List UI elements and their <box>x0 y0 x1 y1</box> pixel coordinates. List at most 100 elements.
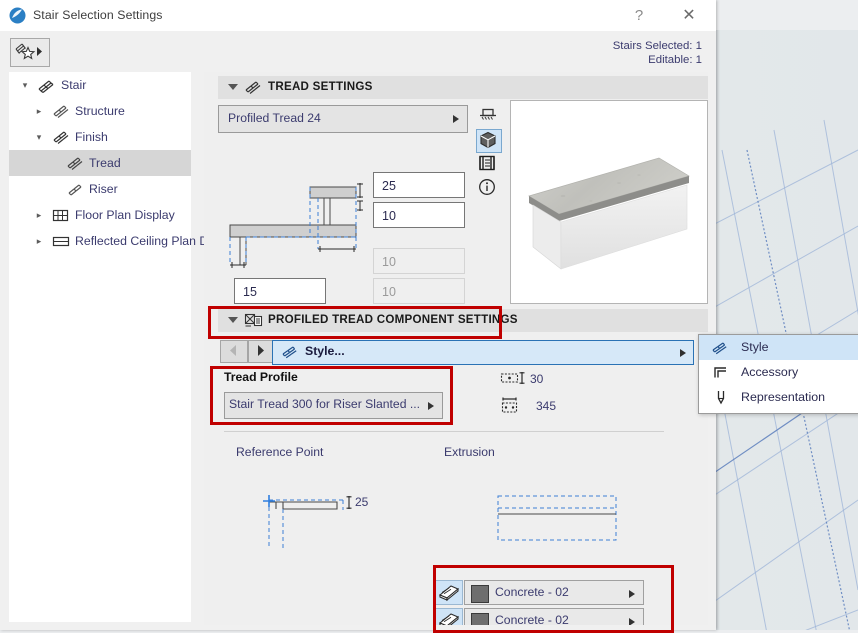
stair-app-icon <box>9 7 26 24</box>
sidebar-item-label: Floor Plan Display <box>75 208 175 222</box>
chevron-right-icon[interactable] <box>428 401 434 410</box>
style-icon <box>281 344 299 360</box>
tread-component-combo[interactable]: Profiled Tread 24 <box>218 105 468 133</box>
selection-info: Stairs Selected: 1 Editable: 1 <box>613 40 702 67</box>
floor-plan-display-icon <box>51 206 71 224</box>
tread-extra-field: 10 <box>373 278 465 304</box>
tread-nosing-field[interactable]: 10 <box>373 202 465 228</box>
material-row-bottom: Concrete - 02 <box>434 608 649 625</box>
plan-symbol-icon-button[interactable] <box>476 105 500 127</box>
sidebar-item-stair[interactable]: ▾ Stair <box>9 72 191 98</box>
dialog-toolbar: Stairs Selected: 1 Editable: 1 <box>0 31 716 72</box>
dialog-title-bar: Stair Selection Settings ? ✕ <box>0 0 716 31</box>
context-menu-item-representation[interactable]: Representation <box>699 385 858 410</box>
settings-tree: ▾ Stair ▸ Structure ▾ Finish Tread Riser… <box>9 72 211 622</box>
height-dimension-icon <box>500 370 528 392</box>
caret-down-icon[interactable] <box>228 84 238 90</box>
width-dimension-value: 345 <box>536 399 557 413</box>
tread-profile-label: Tread Profile <box>224 370 298 384</box>
3d-viewport-background <box>714 30 858 630</box>
chevron-down-icon[interactable]: ▾ <box>19 72 31 98</box>
sidebar-item-reflected-ceiling-plan[interactable]: ▸ Reflected Ceiling Plan Di <box>9 228 211 254</box>
structure-icon <box>51 102 71 120</box>
height-dimension-value: 30 <box>530 372 544 386</box>
section-icon-button[interactable] <box>476 153 500 175</box>
chevron-right-icon[interactable] <box>629 590 635 598</box>
surface-material-icon-button[interactable] <box>434 608 463 625</box>
profiled-component-icon <box>244 312 263 329</box>
dialog-title: Stair Selection Settings <box>33 8 163 22</box>
style-bar-label: Style... <box>305 344 345 358</box>
viewport-grid <box>714 119 858 630</box>
accessory-icon <box>711 364 731 381</box>
tread-offset-field: 10 <box>373 248 465 274</box>
help-button[interactable]: ? <box>619 4 659 28</box>
sidebar-item-label: Finish <box>75 130 108 144</box>
style-bar[interactable]: Style... <box>272 340 694 365</box>
divider <box>224 431 664 432</box>
reference-point-label: Reference Point <box>236 445 324 459</box>
favorites-star-icon <box>15 43 42 60</box>
material-swatch <box>471 613 489 625</box>
tread-thickness-field[interactable]: 25 <box>373 172 465 198</box>
chevron-right-icon[interactable]: ▸ <box>33 98 45 124</box>
sidebar-item-label: Structure <box>75 104 125 118</box>
profiled-tread-component-settings-header[interactable]: PROFILED TREAD COMPONENT SETTINGS <box>218 309 708 332</box>
profiled-component-header-label: PROFILED TREAD COMPONENT SETTINGS <box>268 313 518 326</box>
tread-width-field[interactable]: 15 <box>234 278 326 304</box>
material-label: Concrete - 02 <box>495 585 569 599</box>
stair-selection-settings-dialog: Stair Selection Settings ? ✕ Stairs Sele… <box>0 0 716 630</box>
sidebar-item-label: Stair <box>61 78 87 92</box>
tread-icon <box>65 154 85 172</box>
tread-profile-combo[interactable]: Stair Tread 300 for Riser Slanted ... <box>224 392 443 419</box>
stairs-selected-label: Stairs Selected: <box>612 40 693 52</box>
sidebar-item-finish[interactable]: ▾ Finish <box>9 124 191 150</box>
extrusion-diagram <box>494 490 634 552</box>
material-combo[interactable]: Concrete - 02 <box>464 580 644 605</box>
chevron-right-icon[interactable] <box>680 349 686 357</box>
editable-label: Editable: <box>648 53 693 66</box>
tread-profile-diagram <box>224 177 374 272</box>
tread-settings-header[interactable]: TREAD SETTINGS <box>218 76 708 99</box>
favorites-button[interactable] <box>10 38 50 67</box>
reference-point-value-text: 25 <box>355 495 369 509</box>
sidebar-item-label: Riser <box>89 182 118 196</box>
context-menu-label: Accessory <box>741 365 799 379</box>
sidebar-item-floor-plan-display[interactable]: ▸ Floor Plan Display <box>9 202 191 228</box>
component-type-context-menu: Style Accessory Representation <box>698 334 858 414</box>
reflected-ceiling-plan-icon <box>51 232 71 250</box>
chevron-right-icon[interactable] <box>453 115 459 123</box>
viewport-top-strip <box>714 0 858 30</box>
surface-material-icon-button[interactable] <box>434 580 463 605</box>
chevron-right-icon[interactable] <box>629 618 635 625</box>
sidebar-item-label: Tread <box>89 156 121 170</box>
close-button[interactable]: ✕ <box>669 4 709 28</box>
settings-content-pane: TREAD SETTINGS Profiled Tread 24 25 10 1… <box>204 72 708 625</box>
finish-icon <box>51 128 71 146</box>
material-combo[interactable]: Concrete - 02 <box>464 608 644 625</box>
sidebar-item-label: Reflected Ceiling Plan Di <box>75 234 212 248</box>
tread-3d-preview[interactable] <box>510 100 708 304</box>
chevron-right-icon[interactable]: ▸ <box>33 202 45 228</box>
context-menu-item-style[interactable]: Style <box>699 335 858 360</box>
reference-point-diagram: 25 <box>259 490 389 552</box>
representation-icon <box>711 389 731 406</box>
3d-view-icon-button[interactable] <box>476 129 502 153</box>
caret-down-icon[interactable] <box>228 317 238 323</box>
tread-component-value: Profiled Tread 24 <box>228 111 321 125</box>
material-swatch <box>471 585 489 603</box>
context-menu-item-accessory[interactable]: Accessory <box>699 360 858 385</box>
chevron-down-icon[interactable]: ▾ <box>33 124 45 150</box>
context-menu-label: Representation <box>741 390 826 404</box>
sidebar-item-structure[interactable]: ▸ Structure <box>9 98 191 124</box>
prev-component-button[interactable] <box>220 340 248 363</box>
sidebar-item-riser[interactable]: Riser <box>9 176 191 202</box>
stair-icon <box>37 76 57 94</box>
sidebar-item-tread[interactable]: Tread <box>9 150 191 176</box>
tread-settings-icon <box>244 79 263 96</box>
tread-profile-value: Stair Tread 300 for Riser Slanted ... <box>228 397 421 411</box>
info-icon-button[interactable] <box>476 177 500 199</box>
chevron-right-icon[interactable]: ▸ <box>33 228 45 254</box>
style-icon <box>711 339 731 356</box>
material-row-top: Concrete - 02 <box>434 580 649 605</box>
